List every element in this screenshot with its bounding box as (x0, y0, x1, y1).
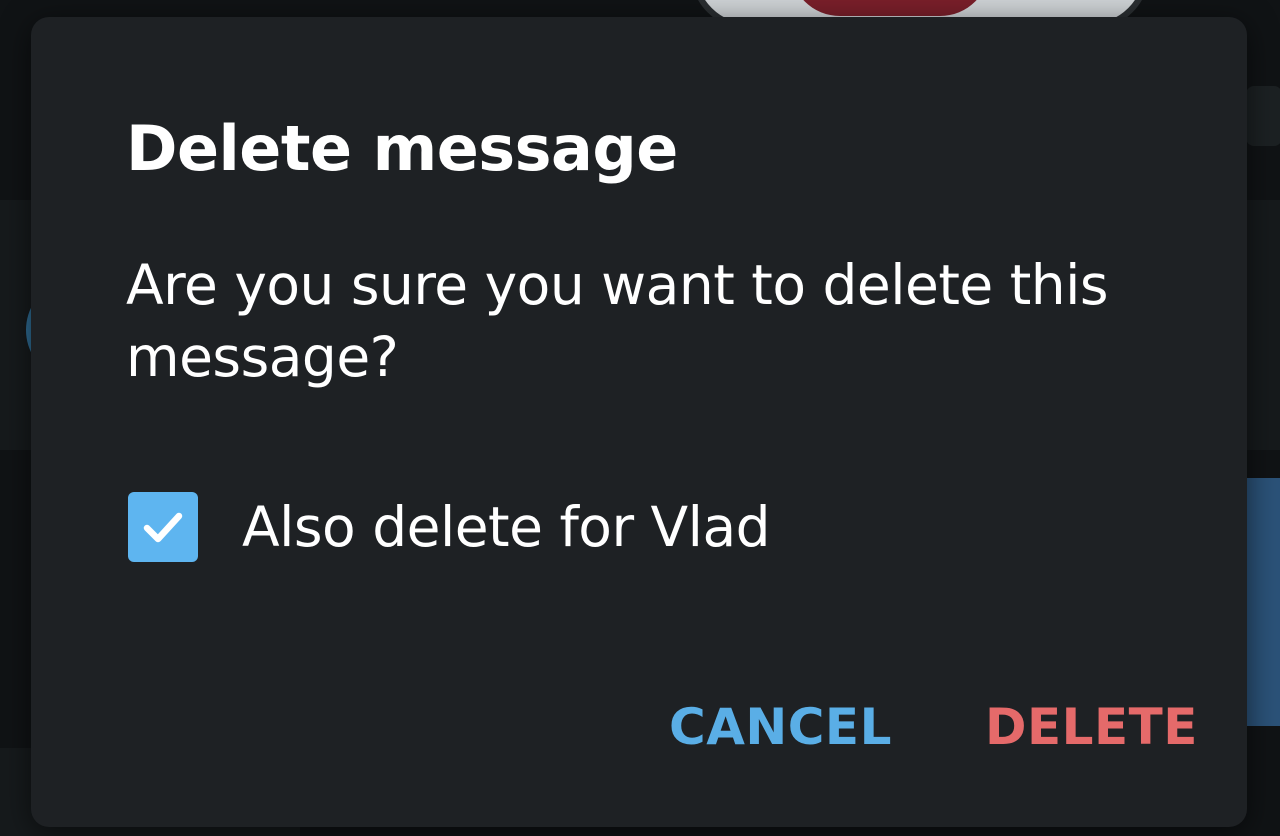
also-delete-checkbox[interactable] (128, 492, 198, 562)
dialog-title: Delete message (126, 112, 678, 185)
checkmark-icon (143, 512, 183, 543)
also-delete-checkbox-row[interactable]: Also delete for Vlad (128, 491, 771, 563)
delete-button[interactable]: DELETE (985, 689, 1197, 765)
delete-message-dialog: Delete message Are you sure you want to … (31, 17, 1247, 827)
cancel-button[interactable]: CANCEL (669, 689, 891, 765)
also-delete-checkbox-label: Also delete for Vlad (242, 495, 771, 559)
background-chevron-icon (1246, 86, 1280, 146)
dialog-message: Are you sure you want to delete this mes… (126, 253, 1109, 389)
